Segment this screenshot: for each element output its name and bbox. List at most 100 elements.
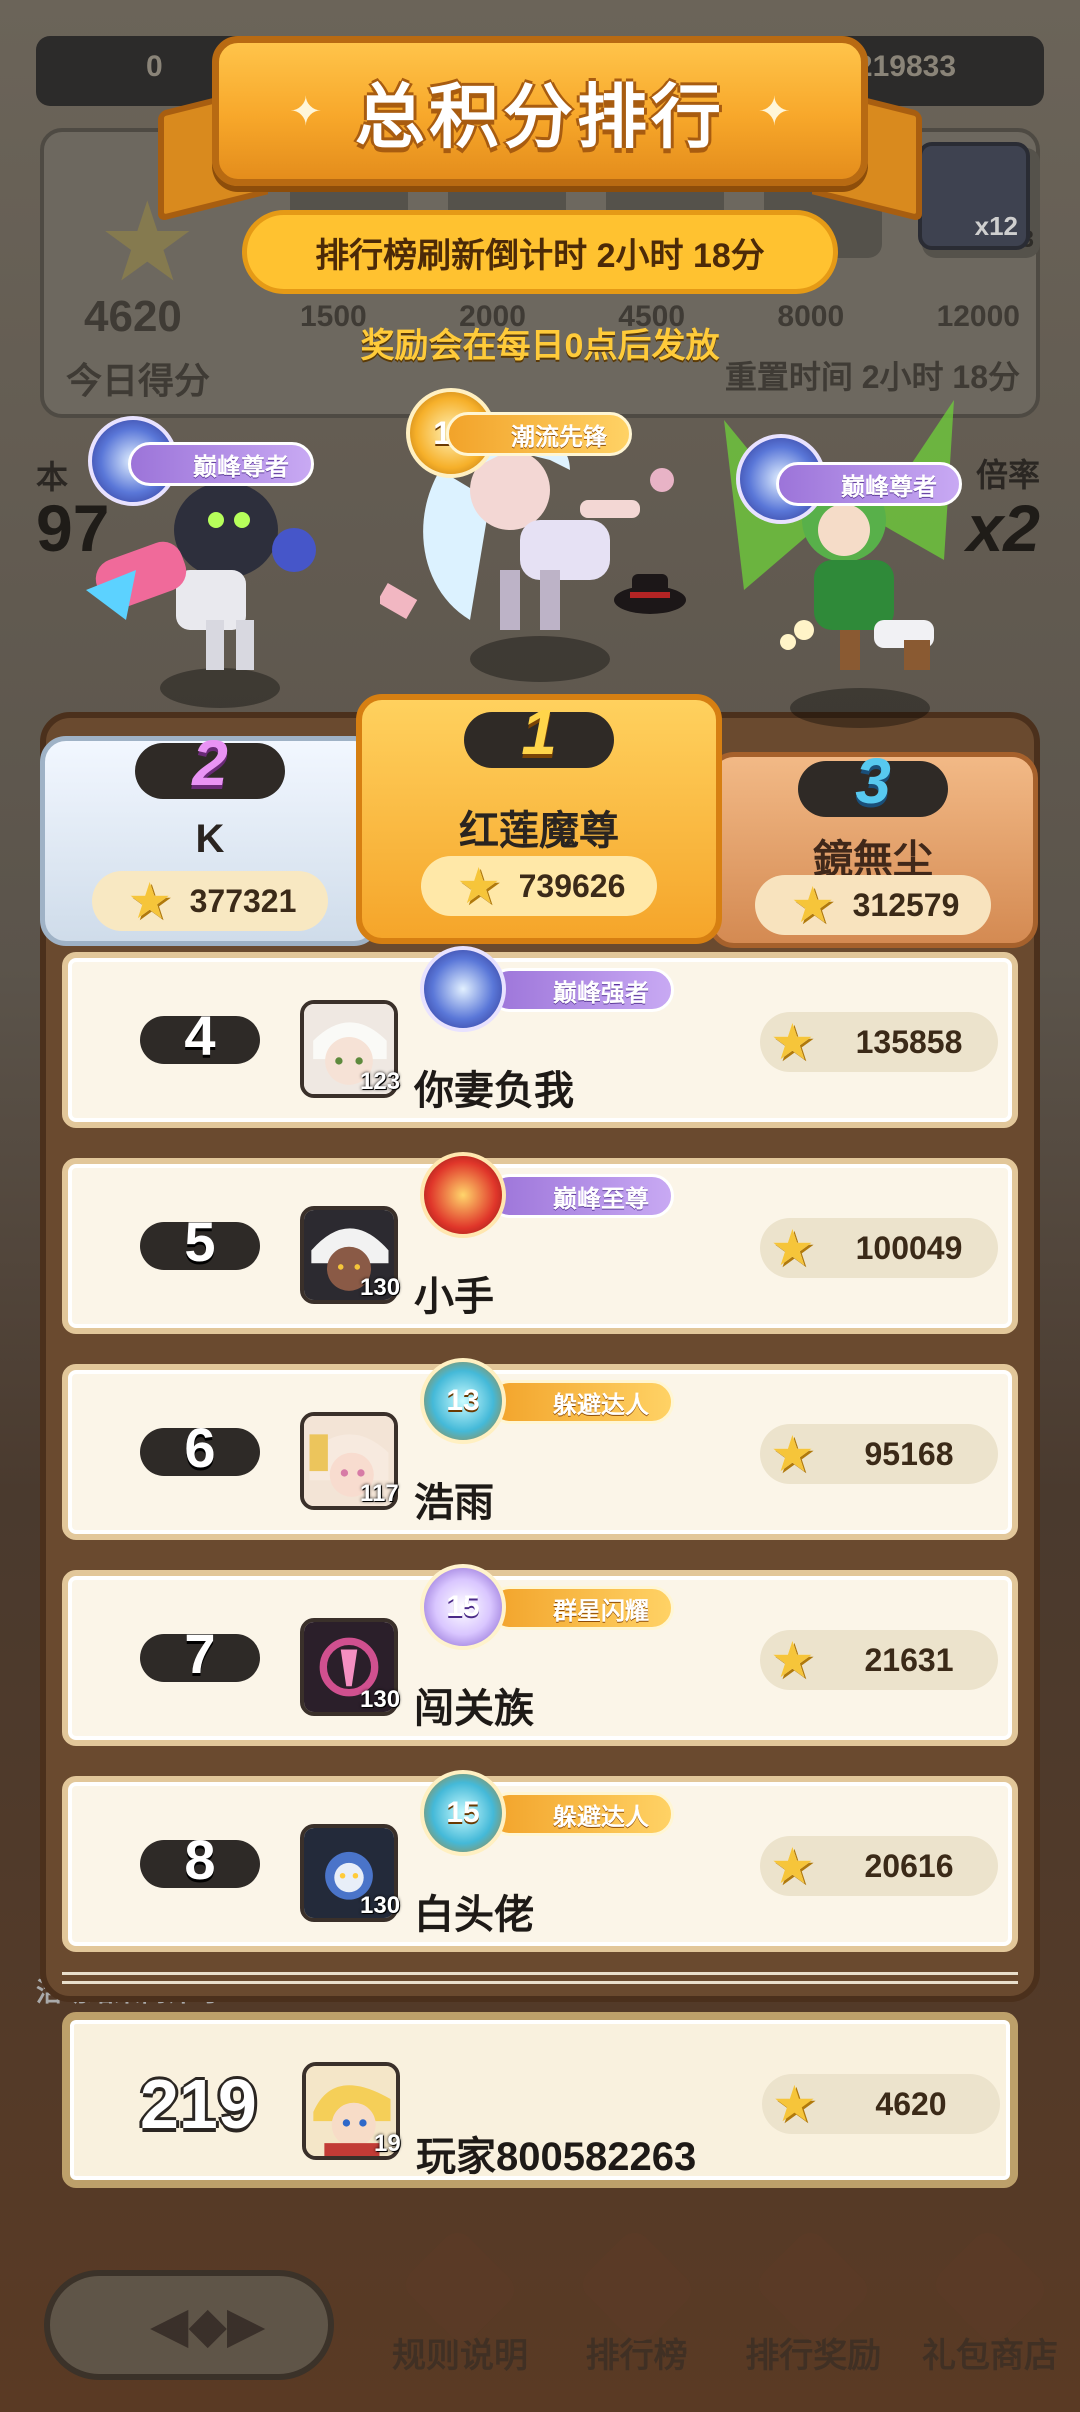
- title-badge: 躲避达人: [488, 1380, 674, 1424]
- title-badge-label: 巅峰至尊: [553, 1185, 649, 1213]
- title-badge: 巅峰尊者: [776, 462, 962, 506]
- score-pill: ★ 377321: [92, 871, 328, 931]
- rank-number: 7: [140, 1626, 260, 1682]
- rank-number: 5: [140, 1214, 260, 1270]
- tab-rank-rewards[interactable]: 排行奖励: [733, 2226, 893, 2377]
- title-emblem-icon: [420, 1152, 506, 1238]
- score-value: 100049: [855, 1229, 963, 1266]
- score-value: 377321: [189, 882, 297, 919]
- leaderboard-row[interactable]: 8 130 白头佬 躲避达人 15 ★ 20616: [62, 1770, 1018, 1952]
- title-badge: 躲避达人: [488, 1792, 674, 1836]
- player-level: 19: [374, 2130, 401, 2157]
- player-name: 玩家800582263: [416, 2135, 697, 2179]
- star-icon: ★: [770, 1632, 815, 1688]
- score-pill: ★ 95168: [760, 1424, 998, 1484]
- title-banner: ✦ 总积分排行 ✦: [212, 36, 868, 186]
- score-value: 135858: [855, 1023, 963, 1060]
- score-pill: ★ 21631: [760, 1630, 998, 1690]
- title-badge-label: 群星闪耀: [553, 1597, 649, 1625]
- podium-rank-3[interactable]: 3 鏡無尘 ★ 312579: [708, 749, 1038, 948]
- title-emblem-icon: 15: [420, 1770, 506, 1856]
- rank-number: 1: [464, 700, 614, 768]
- star-icon: ★: [770, 1426, 815, 1482]
- star-icon: ★: [456, 858, 502, 914]
- title-level: 13: [446, 1384, 480, 1417]
- score-pill: ★ 135858: [760, 1012, 998, 1072]
- back-arrow-icon: ◀◆▶: [150, 2297, 266, 2353]
- tab-gift-shop[interactable]: 礼包商店: [910, 2226, 1070, 2377]
- leaderboard-row[interactable]: 5 130 小手 巅峰至尊 ★ 100049: [62, 1152, 1018, 1334]
- currency-right-value: 219833: [855, 50, 956, 83]
- chest-count: x12: [974, 211, 1018, 241]
- tab-rules[interactable]: 规则说明: [380, 2226, 540, 2377]
- title-badge-label: 巅峰尊者: [193, 453, 289, 481]
- refresh-countdown: 排行榜刷新倒计时 2小时 18分: [242, 210, 838, 294]
- title-badge-label: 躲避达人: [553, 1803, 649, 1831]
- player-level: 130: [360, 1274, 401, 1301]
- leaderboard-row[interactable]: 4 123 你妻负我 巅峰强者 ★ 135858: [62, 946, 1018, 1128]
- star-icon: ★: [127, 873, 173, 929]
- score-value: 95168: [864, 1435, 954, 1472]
- score-value: 21631: [864, 1641, 954, 1678]
- title-badge: 群星闪耀: [488, 1586, 674, 1630]
- player-name: 小手: [414, 1275, 494, 1319]
- score-pill: ★ 312579: [755, 875, 991, 935]
- chest-tile: x12: [918, 142, 1030, 250]
- my-rank-number: 219: [140, 2065, 257, 2143]
- title-badge: 潮流先锋: [446, 412, 632, 456]
- player-name: 白头佬: [414, 1893, 534, 1937]
- divider: [62, 1972, 1018, 1984]
- player-name: 浩雨: [414, 1481, 494, 1525]
- star-icon: ★: [772, 2076, 817, 2132]
- title-badge-label: 躲避达人: [553, 1391, 649, 1419]
- rank-number: 2: [135, 731, 285, 799]
- score-value: 20616: [864, 1847, 954, 1884]
- title-emblem-icon: [420, 946, 506, 1032]
- player-name: 闯关族: [414, 1687, 534, 1731]
- title-badge-label: 巅峰强者: [553, 979, 649, 1007]
- score-pill: ★ 20616: [760, 1836, 998, 1896]
- rank-number: 3: [798, 749, 948, 817]
- star-icon: ★: [770, 1838, 815, 1894]
- podium-rank-1[interactable]: 1 红莲魔尊 ★ 739626: [356, 694, 722, 944]
- player-level: 130: [360, 1892, 401, 1919]
- character-sprite-rank3: [724, 400, 954, 670]
- leaderboard-row[interactable]: 6 117 浩雨 躲避达人 13 ★ 95168: [62, 1358, 1018, 1540]
- score-pill: ★ 100049: [760, 1218, 998, 1278]
- back-button[interactable]: ◀◆▶: [44, 2270, 334, 2380]
- score-value: 4620: [875, 2085, 947, 2122]
- title-emblem-icon: 13: [420, 1358, 506, 1444]
- title-level: 15: [446, 1796, 480, 1829]
- title-badge: 巅峰强者: [488, 968, 674, 1012]
- player-name: 红莲魔尊: [459, 809, 619, 853]
- player-level: 117: [360, 1480, 399, 1507]
- title-emblem-icon: 15: [420, 1564, 506, 1650]
- star-icon: ★: [770, 1220, 815, 1276]
- star-icon: ★: [790, 877, 836, 933]
- score-value: 739626: [518, 867, 626, 904]
- title-badge: 巅峰尊者: [128, 442, 314, 486]
- player-name: 你妻负我: [414, 1069, 574, 1113]
- sparkle-icon: ✦: [757, 90, 791, 134]
- rank-number: 4: [140, 1008, 260, 1064]
- score-pill: ★ 739626: [421, 856, 657, 916]
- title-badge-label: 潮流先锋: [511, 423, 607, 451]
- player-level: 123: [360, 1068, 401, 1095]
- tab-ranking[interactable]: 排行榜: [557, 2226, 717, 2377]
- character-shadow: [790, 688, 930, 728]
- currency-left-value: 0: [146, 50, 163, 83]
- podium-rank-2[interactable]: 2 K ★ 377321: [40, 731, 380, 946]
- player-name: K: [195, 817, 225, 861]
- star-icon: ★: [770, 1014, 815, 1070]
- title-badge-label: 巅峰尊者: [841, 473, 937, 501]
- rank-number: 8: [140, 1832, 260, 1888]
- leaderboard-row[interactable]: 7 130 闯关族 群星闪耀 15 ★ 21631: [62, 1564, 1018, 1746]
- my-rank-row[interactable]: 219 19 玩家800582263 ★ 4620: [62, 2012, 1018, 2188]
- score-pill: ★ 4620: [762, 2074, 1000, 2134]
- player-level: 130: [360, 1686, 401, 1713]
- title-level: 15: [446, 1590, 480, 1623]
- score-value: 312579: [852, 886, 960, 923]
- bottom-tab-bar: 规则说明 排行榜 排行奖励 礼包商店: [380, 2226, 1070, 2377]
- title-badge: 巅峰至尊: [488, 1174, 674, 1218]
- rank-number: 6: [140, 1420, 260, 1476]
